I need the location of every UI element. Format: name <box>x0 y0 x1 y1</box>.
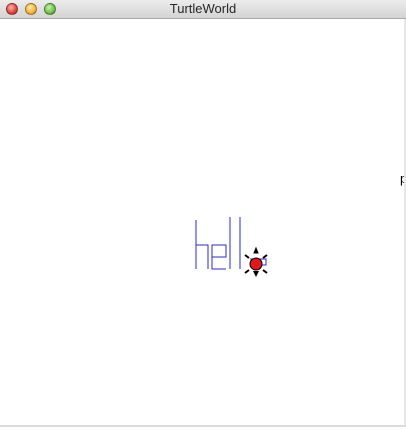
title-bar[interactable]: TurtleWorld <box>0 0 406 19</box>
letter-e-stroke <box>211 244 227 270</box>
turtleworld-window: TurtleWorld p <box>0 0 406 427</box>
turtle-icon[interactable] <box>244 246 268 277</box>
turtle-canvas[interactable] <box>0 19 406 425</box>
turtle-drawing <box>195 217 268 277</box>
letter-h-stroke <box>195 220 209 269</box>
window-title: TurtleWorld <box>169 1 237 16</box>
